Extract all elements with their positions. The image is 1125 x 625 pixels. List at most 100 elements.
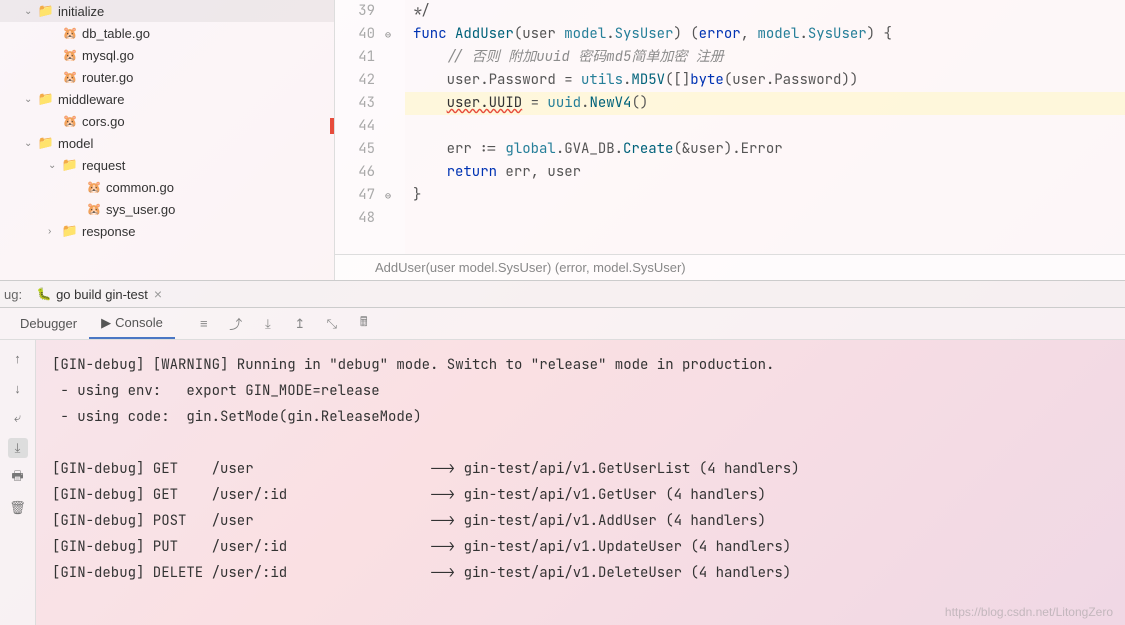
go-run-icon: 🐛 bbox=[36, 286, 52, 302]
code-line[interactable]: return err, user bbox=[405, 161, 1125, 184]
up-icon[interactable]: ↑ bbox=[8, 348, 28, 368]
arrow-up2-icon[interactable]: ↥ bbox=[291, 315, 309, 333]
chevron-right-icon[interactable]: › bbox=[48, 226, 62, 237]
console-run-icon: ▶ bbox=[101, 315, 111, 331]
fold-toggle[interactable]: ⊖ bbox=[385, 23, 405, 46]
debug-config-tab[interactable]: 🐛 go build gin-test × bbox=[30, 286, 168, 302]
tab-debugger-label: Debugger bbox=[20, 316, 77, 331]
trash-icon[interactable]: 🗑 bbox=[8, 498, 28, 518]
arrow-up-icon[interactable]: ⤴ bbox=[227, 315, 245, 333]
chevron-down-icon[interactable]: ⌄ bbox=[24, 94, 38, 105]
debug-side-toolbar: ↑ ↓ ⤶ ⤓ 🖶 🗑 bbox=[0, 340, 36, 625]
watermark: https://blog.csdn.net/LitongZero bbox=[945, 605, 1113, 619]
code-line[interactable]: func AddUser(user model.SysUser) (error,… bbox=[405, 23, 1125, 46]
code-line[interactable]: err := global.GVA_DB.Create(&user).Error bbox=[405, 138, 1125, 161]
code-line[interactable]: // 否则 附加uuid 密码md5简单加密 注册 bbox=[405, 46, 1125, 69]
line-number: 45 bbox=[335, 138, 375, 161]
tree-item-router-go[interactable]: 🐹 router.go bbox=[0, 66, 334, 88]
line-number: 39 bbox=[335, 0, 375, 23]
tab-debugger[interactable]: Debugger bbox=[8, 310, 89, 337]
tree-item-response[interactable]: ›📁 response bbox=[0, 220, 334, 242]
tree-item-initialize[interactable]: ⌄📁 initialize bbox=[0, 0, 334, 22]
tree-item-sys_user-go[interactable]: 🐹 sys_user.go bbox=[0, 198, 334, 220]
fold-toggle[interactable]: ⊖ bbox=[385, 184, 405, 207]
fold-toggle[interactable] bbox=[385, 138, 405, 161]
fold-toggle[interactable] bbox=[385, 0, 405, 23]
code-line[interactable]: } bbox=[405, 184, 1125, 207]
arrow-down-icon[interactable]: ⤓ bbox=[259, 315, 277, 333]
tree-item-label: request bbox=[82, 158, 125, 173]
line-number: 40 bbox=[335, 23, 375, 46]
tree-item-label: router.go bbox=[82, 70, 133, 85]
breadcrumb[interactable]: AddUser(user model.SysUser) (error, mode… bbox=[335, 254, 1125, 280]
tree-item-common-go[interactable]: 🐹 common.go bbox=[0, 176, 334, 198]
line-number: 46 bbox=[335, 161, 375, 184]
tree-item-middleware[interactable]: ⌄📁 middleware bbox=[0, 88, 334, 110]
chevron-down-icon[interactable]: ⌄ bbox=[48, 160, 62, 171]
fold-toggle[interactable] bbox=[385, 207, 405, 230]
tree-item-label: mysql.go bbox=[82, 48, 134, 63]
tab-console[interactable]: ▶ Console bbox=[89, 309, 175, 339]
tree-item-label: common.go bbox=[106, 180, 174, 195]
tab-console-label: Console bbox=[115, 315, 163, 330]
error-marker bbox=[330, 118, 334, 134]
folder-icon: 📁 bbox=[38, 3, 54, 19]
calc-icon[interactable]: 🖩 bbox=[355, 315, 373, 333]
go-file-icon: 🐹 bbox=[62, 113, 78, 129]
list-icon[interactable]: ≡ bbox=[195, 315, 213, 333]
line-number: 48 bbox=[335, 207, 375, 230]
tree-item-label: cors.go bbox=[82, 114, 125, 129]
line-number: 47 bbox=[335, 184, 375, 207]
project-tree[interactable]: ⌄📁initialize🐹db_table.go🐹mysql.go🐹router… bbox=[0, 0, 335, 280]
wrap-icon[interactable]: ⤶ bbox=[8, 408, 28, 428]
close-icon[interactable]: × bbox=[154, 286, 162, 302]
fold-toggle[interactable] bbox=[385, 161, 405, 184]
folder-icon: 📁 bbox=[62, 223, 78, 239]
chevron-down-icon[interactable]: ⌄ bbox=[24, 138, 38, 149]
tree-item-model[interactable]: ⌄📁 model bbox=[0, 132, 334, 154]
debug-config-label: go build gin-test bbox=[56, 287, 148, 302]
folder-icon: 📁 bbox=[38, 91, 54, 107]
tree-item-label: initialize bbox=[58, 4, 104, 19]
tree-item-cors-go[interactable]: 🐹 cors.go bbox=[0, 110, 334, 132]
go-file-icon: 🐹 bbox=[62, 69, 78, 85]
code-content[interactable]: */func AddUser(user model.SysUser) (erro… bbox=[405, 0, 1125, 254]
tree-item-request[interactable]: ⌄📁 request bbox=[0, 154, 334, 176]
folder-icon: 📁 bbox=[62, 157, 78, 173]
code-line[interactable]: user.Password = utils.MD5V([]byte(user.P… bbox=[405, 69, 1125, 92]
tree-item-label: sys_user.go bbox=[106, 202, 175, 217]
code-line[interactable]: user.UUID = uuid.NewV4() bbox=[405, 92, 1125, 115]
folder-icon: 📁 bbox=[38, 135, 54, 151]
tree-item-label: db_table.go bbox=[82, 26, 150, 41]
go-file-icon: 🐹 bbox=[62, 47, 78, 63]
code-line[interactable] bbox=[405, 115, 1125, 138]
line-number: 41 bbox=[335, 46, 375, 69]
debug-toolbar: Debugger ▶ Console ≡ ⤴ ⤓ ↥ ⤡ 🖩 bbox=[0, 308, 1125, 340]
tree-item-label: middleware bbox=[58, 92, 124, 107]
go-file-icon: 🐹 bbox=[86, 179, 102, 195]
fold-toggle[interactable] bbox=[385, 46, 405, 69]
tree-item-label: response bbox=[82, 224, 135, 239]
console-output[interactable]: [GIN-debug] [WARNING] Running in "debug"… bbox=[36, 340, 1125, 625]
scroll-end-icon[interactable]: ⤓ bbox=[8, 438, 28, 458]
code-editor[interactable]: 39404142434445464748 ⊖⊖ */func AddUser(u… bbox=[335, 0, 1125, 280]
print-icon[interactable]: 🖶 bbox=[8, 468, 28, 488]
debug-tabs-bar: ug: 🐛 go build gin-test × bbox=[0, 280, 1125, 308]
tree-item-mysql-go[interactable]: 🐹 mysql.go bbox=[0, 44, 334, 66]
code-line[interactable] bbox=[405, 207, 1125, 230]
fold-toggle[interactable] bbox=[385, 69, 405, 92]
fold-toggle[interactable] bbox=[385, 92, 405, 115]
line-number: 44 bbox=[335, 115, 375, 138]
fold-column[interactable]: ⊖⊖ bbox=[385, 0, 405, 254]
go-file-icon: 🐹 bbox=[86, 201, 102, 217]
debug-prefix: ug: bbox=[4, 287, 22, 302]
go-file-icon: 🐹 bbox=[62, 25, 78, 41]
down-icon[interactable]: ↓ bbox=[8, 378, 28, 398]
tree-item-label: model bbox=[58, 136, 93, 151]
line-number: 42 bbox=[335, 69, 375, 92]
chevron-down-icon[interactable]: ⌄ bbox=[24, 6, 38, 17]
code-line[interactable]: */ bbox=[405, 0, 1125, 23]
tree-item-db_table-go[interactable]: 🐹 db_table.go bbox=[0, 22, 334, 44]
fold-toggle[interactable] bbox=[385, 115, 405, 138]
arrow-diag-icon[interactable]: ⤡ bbox=[323, 315, 341, 333]
